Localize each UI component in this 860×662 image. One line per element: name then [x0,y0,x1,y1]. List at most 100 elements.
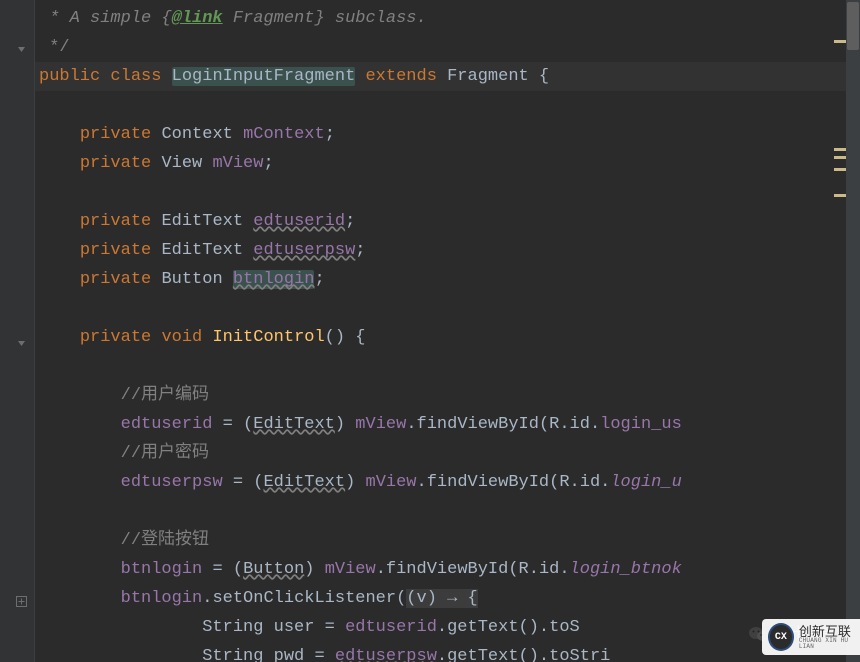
lambda-param: v [417,589,427,608]
logo-text: 创新互联 CHUANG XIN HU LIAN [799,625,860,650]
code-line[interactable]: //用户密码 [35,439,860,468]
class-name-selected: LoginInputFragment [172,67,356,86]
type: EditText [161,212,243,231]
line-comment: //用户密码 [121,444,209,463]
keyword-private: private [80,241,151,260]
keyword-private: private [80,125,151,144]
code-line[interactable]: private View mView; [35,149,860,178]
doc-comment: * A simple { [39,9,172,28]
method-call: findViewById [417,415,539,434]
code-line[interactable]: private void InitControl() { [35,323,860,352]
local-var: pwd [274,647,305,662]
method-call: findViewById [427,473,549,492]
scrollbar-vertical[interactable] [846,0,860,662]
code-line[interactable]: btnlogin.setOnClickListener((v) → { [35,584,860,613]
keyword-extends: extends [365,67,436,86]
type: Context [161,125,232,144]
code-editor[interactable]: * A simple {@link Fragment} subclass. */… [35,0,860,662]
field-name: mContext [243,125,325,144]
code-line[interactable]: */ [35,33,860,62]
code-line[interactable]: //登陆按钮 [35,526,860,555]
marker-stripe[interactable] [832,0,846,662]
code-line[interactable]: * A simple {@link Fragment} subclass. [35,4,860,33]
code-line[interactable]: String pwd = edtuserpsw.getText().toStri [35,642,860,662]
type: View [161,154,202,173]
keyword-private: private [80,328,151,347]
marker-warning[interactable] [834,194,846,197]
code-line[interactable] [35,497,860,526]
class-ref: R [519,560,529,579]
logo-initial: CX [775,623,787,652]
field-ref: edtuserid [345,618,437,637]
code-line[interactable]: btnlogin = (Button) mView.findViewById(R… [35,555,860,584]
marker-warning[interactable] [834,148,846,151]
gutter[interactable] [0,0,35,662]
code-line[interactable]: edtuserid = (EditText) mView.findViewByI… [35,410,860,439]
field-ref: mView [366,473,417,492]
code-line[interactable] [35,352,860,381]
field-ref: id [539,560,559,579]
type: EditText [161,241,243,260]
doc-tag: @link [172,9,223,28]
logo-en-text: CHUANG XIN HU LIAN [799,638,860,650]
cast-type: EditText [253,415,335,434]
type: String [202,618,263,637]
code-line[interactable]: private EditText edtuserid; [35,207,860,236]
fold-toggle-icon[interactable] [14,42,28,56]
cast-type: EditText [263,473,345,492]
line-comment: //登陆按钮 [121,531,209,550]
keyword-class: class [110,67,161,86]
keyword-private: private [80,212,151,231]
field-ref: edtuserpsw [335,647,437,662]
field-name: mView [212,154,263,173]
code-line[interactable]: edtuserpsw = (EditText) mView.findViewBy… [35,468,860,497]
type: String [202,647,263,662]
code-line[interactable]: private Context mContext; [35,120,860,149]
code-line[interactable] [35,178,860,207]
method-call: getText [447,618,518,637]
method-name: InitControl [212,328,324,347]
editor-container: * A simple {@link Fragment} subclass. */… [0,0,860,662]
parent-class: Fragment [447,67,529,86]
keyword-private: private [80,270,151,289]
keyword-public: public [39,67,100,86]
logo-circle-icon: CX [768,623,794,651]
code-line[interactable] [35,91,860,120]
code-line[interactable]: //用户编码 [35,381,860,410]
code-line[interactable]: private Button btnlogin; [35,265,860,294]
code-line-current[interactable]: public class LoginInputFragment extends … [35,62,860,91]
field-name-warn: edtuserid [253,212,345,231]
keyword-void: void [161,328,202,347]
doc-ref: Fragment [223,9,315,28]
method-call: toStri [549,647,610,662]
resource-id: login_u [610,473,681,492]
field-ref: id [570,415,590,434]
code-line[interactable]: private EditText edtuserpsw; [35,236,860,265]
field-ref: edtuserpsw [121,473,223,492]
cast-type: Button [243,560,304,579]
code-line[interactable]: String user = edtuserid.getText().toS [35,613,860,642]
method-call: getText [447,647,518,662]
field-ref: mView [325,560,376,579]
logo-badge: CX 创新互联 CHUANG XIN HU LIAN [762,619,860,655]
class-ref: R [549,415,559,434]
resource-id: login_us [600,415,682,434]
field-name-selected: btnlogin [233,270,315,289]
marker-warning[interactable] [834,40,846,43]
field-ref: btnlogin [121,560,203,579]
field-ref: mView [355,415,406,434]
method-call: findViewById [386,560,508,579]
class-ref: R [559,473,569,492]
field-name-warn: edtuserpsw [253,241,355,260]
doc-comment: } subclass. [314,9,426,28]
code-line[interactable] [35,294,860,323]
fold-expand-icon[interactable] [14,594,28,608]
marker-warning[interactable] [834,168,846,171]
scrollbar-thumb[interactable] [847,2,859,50]
fold-toggle-icon[interactable] [14,336,28,350]
resource-id: login_btnok [570,560,682,579]
marker-warning[interactable] [834,156,846,159]
type: Button [161,270,222,289]
doc-comment-end: */ [39,38,70,57]
method-call: toS [549,618,580,637]
